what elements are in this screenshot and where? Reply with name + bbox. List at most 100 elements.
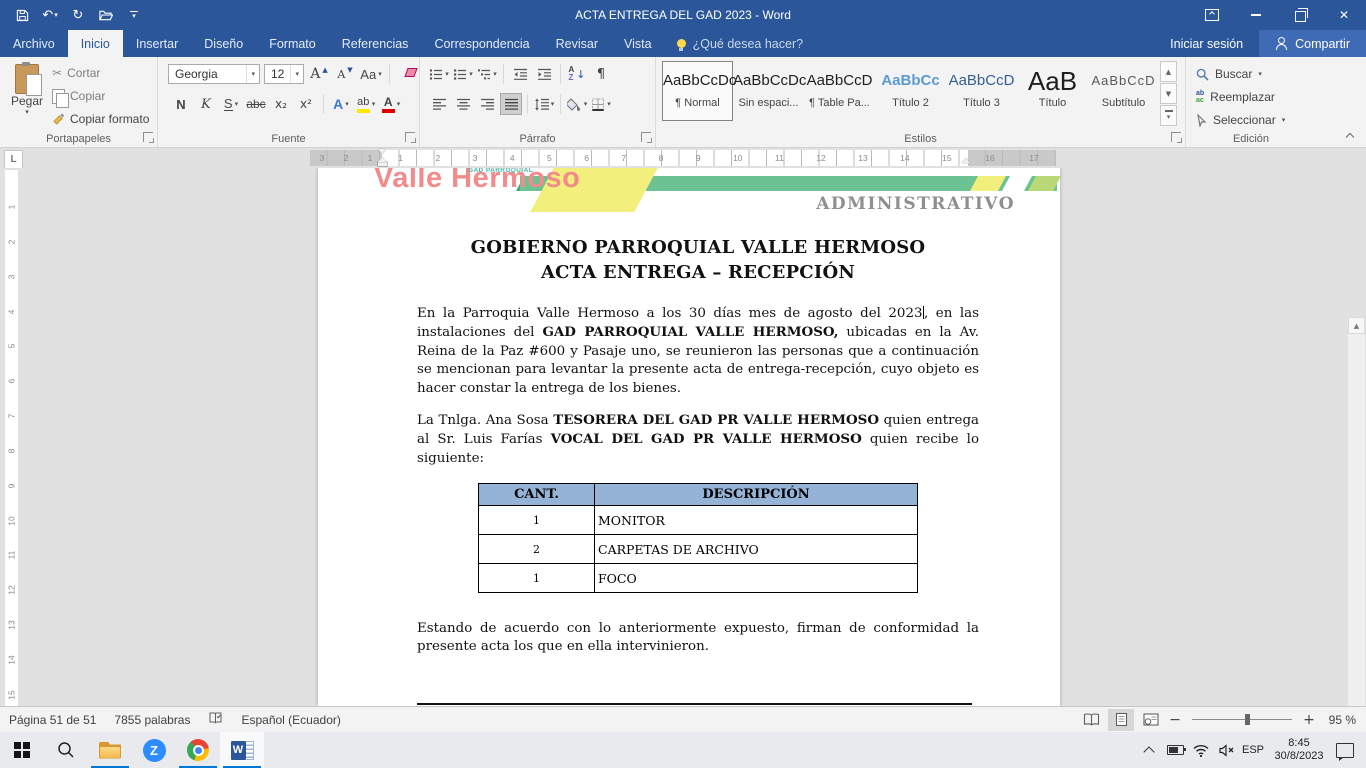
minimize-button[interactable] [1234, 0, 1278, 30]
tab-vista[interactable]: Vista [611, 30, 665, 57]
tell-me-box[interactable]: ¿Qué desea hacer? [665, 30, 816, 57]
styles-dialog-launcher[interactable] [1171, 132, 1181, 142]
taskbar-zoom-app[interactable]: Z [132, 732, 176, 768]
style-titulo[interactable]: AaBTítulo [1017, 61, 1088, 121]
zoom-out-button[interactable]: − [1168, 712, 1182, 728]
highlight-button[interactable]: ab▾ [355, 93, 377, 115]
tray-clock[interactable]: 8:45 30/8/2023 [1266, 737, 1332, 763]
taskbar-search-button[interactable] [44, 732, 88, 768]
superscript-button[interactable]: x² [295, 93, 317, 115]
copy-button[interactable]: Copiar [52, 85, 149, 107]
sort-button[interactable]: AZ ↓ [566, 63, 588, 85]
paste-button[interactable]: Pegar ▾ [6, 62, 48, 140]
tab-formato[interactable]: Formato [256, 30, 329, 57]
table-cell-desc[interactable]: CARPETAS DE ARCHIVO [595, 535, 918, 564]
replace-button[interactable]: abac Reemplazar [1196, 86, 1275, 108]
strikethrough-button[interactable]: abc [245, 93, 267, 115]
style-titulo-3[interactable]: AaBbCcDTítulo 3 [946, 61, 1017, 121]
undo-button[interactable]: ↶▾ [38, 3, 62, 27]
page-indicator[interactable]: Página 51 de 51 [9, 713, 96, 727]
line-spacing-button[interactable]: ▾ [533, 93, 555, 115]
open-button[interactable] [94, 3, 118, 27]
clipboard-dialog-launcher[interactable] [143, 132, 153, 142]
numbering-button[interactable]: ▾ [452, 63, 474, 85]
show-marks-button[interactable]: ¶ [590, 63, 612, 85]
tab-insertar[interactable]: Insertar [123, 30, 191, 57]
action-center-button[interactable] [1332, 732, 1358, 768]
close-button[interactable]: ✕ [1322, 0, 1366, 30]
bold-button[interactable]: N [170, 93, 192, 115]
find-button[interactable]: Buscar▾ [1196, 63, 1262, 85]
document-heading-2[interactable]: ACTA ENTREGA – RECEPCIÓN [417, 262, 979, 283]
word-count[interactable]: 7855 palabras [114, 713, 190, 727]
table-cell-desc[interactable]: FOCO [595, 564, 918, 593]
save-button[interactable] [10, 3, 34, 27]
items-table[interactable]: CANT. DESCRIPCIÓN 1 MONITOR 2 CARPETAS D… [478, 483, 918, 593]
tray-network[interactable] [1188, 732, 1214, 768]
font-name-combo[interactable]: Georgia▾ [168, 64, 260, 84]
web-layout-button[interactable] [1138, 709, 1164, 731]
table-header-descripcion[interactable]: DESCRIPCIÓN [595, 484, 918, 506]
customize-qat-button[interactable]: ▾ [122, 3, 146, 27]
tray-language[interactable]: ESP [1240, 732, 1266, 768]
taskbar-file-explorer[interactable] [88, 732, 132, 768]
scrollbar-up-button[interactable]: ▲ [1348, 317, 1365, 334]
cut-button[interactable]: ✂Cortar [52, 62, 149, 84]
paragraph-dialog-launcher[interactable] [641, 132, 651, 142]
tab-inicio[interactable]: Inicio [68, 30, 123, 57]
table-cell-desc[interactable]: MONITOR [595, 506, 918, 535]
clear-formatting-button[interactable] [397, 63, 419, 85]
paragraph-2[interactable]: La Tnlga. Ana Sosa TESORERA DEL GAD PR V… [417, 411, 979, 468]
change-case-button[interactable]: Aa▾ [360, 63, 382, 85]
vertical-ruler[interactable]: 123456789101112131415 [5, 170, 18, 706]
zoom-slider[interactable] [1192, 713, 1292, 726]
tab-correspondencia[interactable]: Correspondencia [421, 30, 542, 57]
style-subtitulo[interactable]: AaBbCcDSubtítulo [1088, 61, 1159, 121]
select-button[interactable]: Seleccionar▾ [1196, 109, 1285, 131]
font-color-button[interactable]: A▾ [380, 93, 402, 115]
print-layout-button[interactable] [1108, 709, 1134, 731]
underline-button[interactable]: S▾ [220, 93, 242, 115]
font-dialog-launcher[interactable] [405, 132, 415, 142]
closing-paragraph[interactable]: Estando de acuerdo con lo anteriormente … [417, 620, 979, 657]
subscript-button[interactable]: x₂ [270, 93, 292, 115]
share-button[interactable]: Compartir [1259, 30, 1366, 57]
collapse-ribbon-button[interactable] [1346, 131, 1354, 139]
restore-button[interactable] [1278, 0, 1322, 30]
ribbon-display-options-button[interactable] [1190, 0, 1234, 30]
taskbar-chrome[interactable] [176, 732, 220, 768]
format-painter-button[interactable]: Copiar formato [52, 108, 149, 130]
text-effects-button[interactable]: A▾ [330, 93, 352, 115]
styles-more-button[interactable]: ▾ [1160, 105, 1177, 126]
styles-scroll-down-button[interactable]: ▼ [1160, 83, 1177, 104]
align-center-button[interactable] [452, 93, 474, 115]
table-cell-qty[interactable]: 1 [479, 564, 595, 593]
language-indicator[interactable]: Español (Ecuador) [241, 713, 340, 727]
grow-font-button[interactable]: A▲ [308, 63, 330, 85]
sign-in-button[interactable]: Iniciar sesión [1154, 30, 1259, 57]
read-mode-button[interactable] [1078, 709, 1104, 731]
align-left-button[interactable] [428, 93, 450, 115]
multilevel-list-button[interactable]: ▾ [476, 63, 498, 85]
borders-button[interactable]: ▾ [590, 93, 612, 115]
tray-battery[interactable] [1162, 732, 1188, 768]
tab-diseno[interactable]: Diseño [191, 30, 256, 57]
tab-archivo[interactable]: Archivo [0, 30, 68, 57]
italic-button[interactable]: K [195, 93, 217, 115]
tray-show-hidden-icons[interactable] [1136, 732, 1162, 768]
shrink-font-button[interactable]: A▼ [334, 63, 356, 85]
table-cell-qty[interactable]: 2 [479, 535, 595, 564]
proofing-status[interactable] [208, 711, 223, 728]
taskbar-word[interactable]: W [220, 732, 264, 768]
style-sin-espaciado[interactable]: AaBbCcDcSin espaci... [733, 61, 804, 121]
increase-indent-button[interactable] [533, 63, 555, 85]
document-page[interactable]: Valle Hermoso GAD PARROQUIAL ADMINISTRAT… [318, 168, 1060, 706]
zoom-in-button[interactable]: + [1302, 712, 1316, 728]
paragraph-1[interactable]: En la Parroquia Valle Hermoso a los 30 d… [417, 305, 979, 398]
decrease-indent-button[interactable] [509, 63, 531, 85]
styles-scroll-up-button[interactable]: ▲ [1160, 61, 1177, 82]
style-titulo-2[interactable]: AaBbCcTítulo 2 [875, 61, 946, 121]
shading-button[interactable]: ▾ [566, 93, 588, 115]
bullets-button[interactable]: ▾ [428, 63, 450, 85]
justify-button[interactable] [500, 93, 522, 115]
